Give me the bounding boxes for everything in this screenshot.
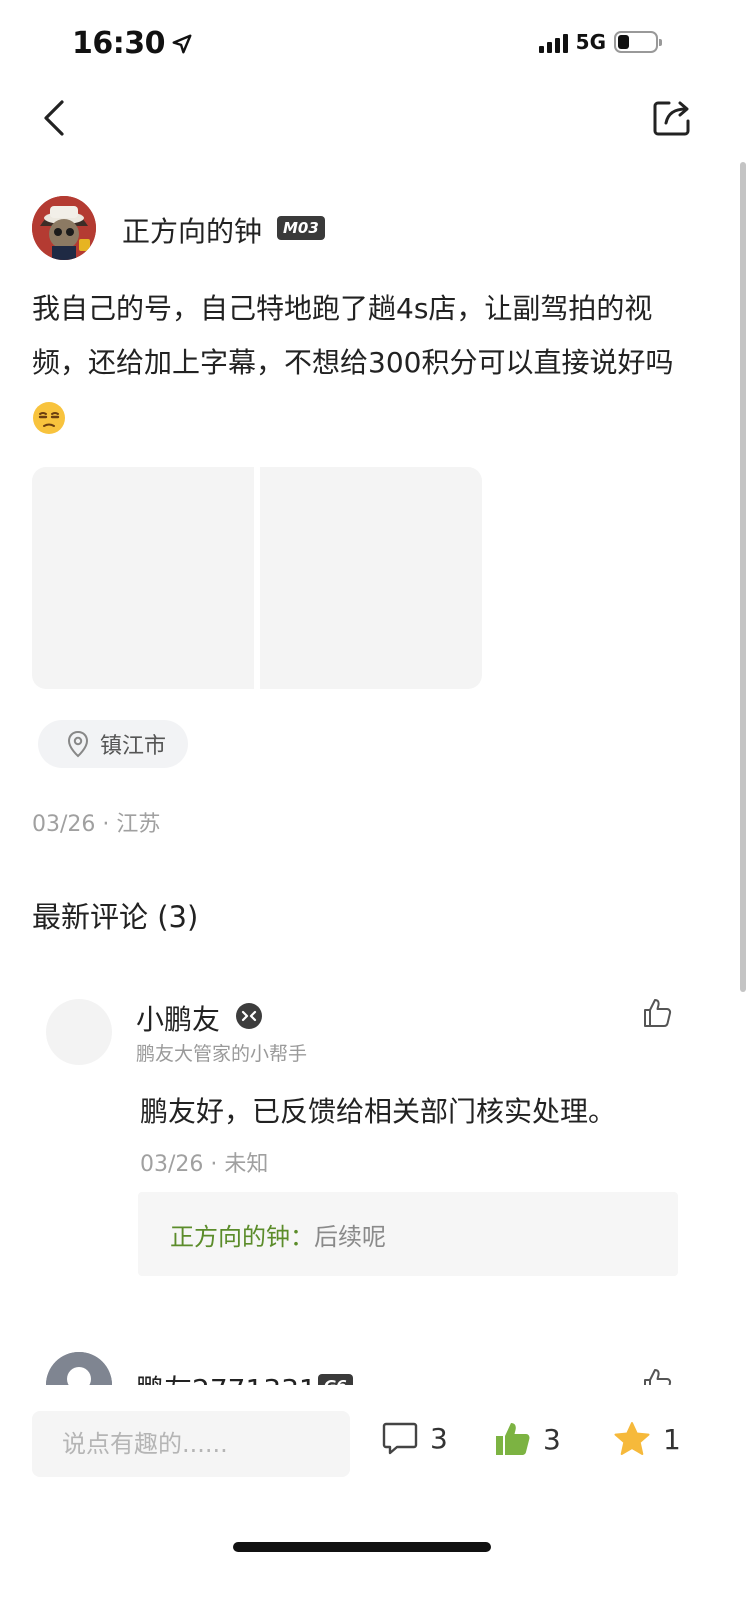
scrollbar[interactable] [740, 162, 746, 992]
post-image-1[interactable] [32, 467, 254, 689]
bottom-action-bar: 说点有趣的...... 3 3 1 [0, 1385, 750, 1624]
author-name[interactable]: 正方向的钟 [122, 210, 262, 250]
status-time: 16:30 [72, 26, 193, 61]
share-icon[interactable] [652, 98, 692, 138]
status-indicators: 5G [538, 30, 662, 54]
comment-like-icon[interactable] [640, 996, 674, 1030]
home-indicator[interactable] [233, 1542, 491, 1552]
location-arrow-icon [172, 34, 192, 53]
comment-bubble-icon [382, 1422, 418, 1455]
post-meta: 03/26 · 江苏 [32, 806, 160, 838]
official-badge-icon [236, 1003, 262, 1029]
comment-author-subtitle: 鹏友大管家的小帮手 [136, 1043, 308, 1065]
favorite-count: 1 [663, 1422, 681, 1456]
back-icon[interactable] [36, 98, 76, 138]
star-icon [614, 1422, 650, 1455]
post-images [32, 467, 482, 689]
meta-separator: · [102, 812, 117, 837]
status-bar: 16:30 5G [0, 0, 750, 90]
comment-count: 3 [430, 1421, 448, 1455]
comment-author-name[interactable]: 小鹏友 [136, 998, 220, 1038]
reply-text: 后续呢 [314, 1222, 386, 1251]
like-count-button[interactable]: 3 [493, 1421, 561, 1457]
reply-author-name[interactable]: 正方向的钟： [170, 1217, 314, 1252]
network-type: 5G [575, 30, 606, 54]
post-text-content: 我自己的号，自己特地跑了趟4s店，让副驾拍的视频，还给加上字幕，不想给300积分… [32, 292, 674, 379]
comment-avatar[interactable] [46, 999, 112, 1065]
comment-text: 鹏友好，已反馈给相关部门核实处理。 [140, 1095, 617, 1128]
comment-count-button[interactable]: 3 [382, 1421, 448, 1455]
thumbs-up-icon [496, 1423, 530, 1455]
author-avatar[interactable] [32, 196, 96, 260]
like-count: 3 [543, 1422, 561, 1456]
meta-separator: · [210, 1152, 225, 1177]
reply-box[interactable]: 正方向的钟： 后续呢 [138, 1192, 678, 1276]
location-chip[interactable]: 镇江市 [38, 720, 189, 768]
post-text: 我自己的号，自己特地跑了趟4s店，让副驾拍的视频，还给加上字幕，不想给300积分… [32, 282, 702, 444]
battery-icon [614, 31, 662, 53]
location-label: 镇江市 [100, 734, 167, 759]
avatar-illustration [32, 196, 96, 260]
comment-region: 未知 [224, 1152, 269, 1177]
time-text: 16:30 [72, 26, 166, 61]
post-region: 江苏 [116, 812, 161, 837]
comments-title: 最新评论 (3) [32, 900, 199, 934]
favorite-count-button[interactable]: 1 [613, 1421, 681, 1457]
post-image-2[interactable] [260, 467, 482, 689]
comment-meta: 03/26 · 未知 [140, 1146, 268, 1178]
post-date: 03/26 [32, 812, 96, 837]
location-pin-icon [67, 730, 89, 758]
signal-icon [538, 31, 568, 53]
unamused-face-emoji-icon [33, 402, 65, 434]
author-level-badge: M03 [277, 216, 325, 240]
comment-date: 03/26 [140, 1152, 204, 1177]
comment-input[interactable]: 说点有趣的...... [32, 1411, 350, 1477]
